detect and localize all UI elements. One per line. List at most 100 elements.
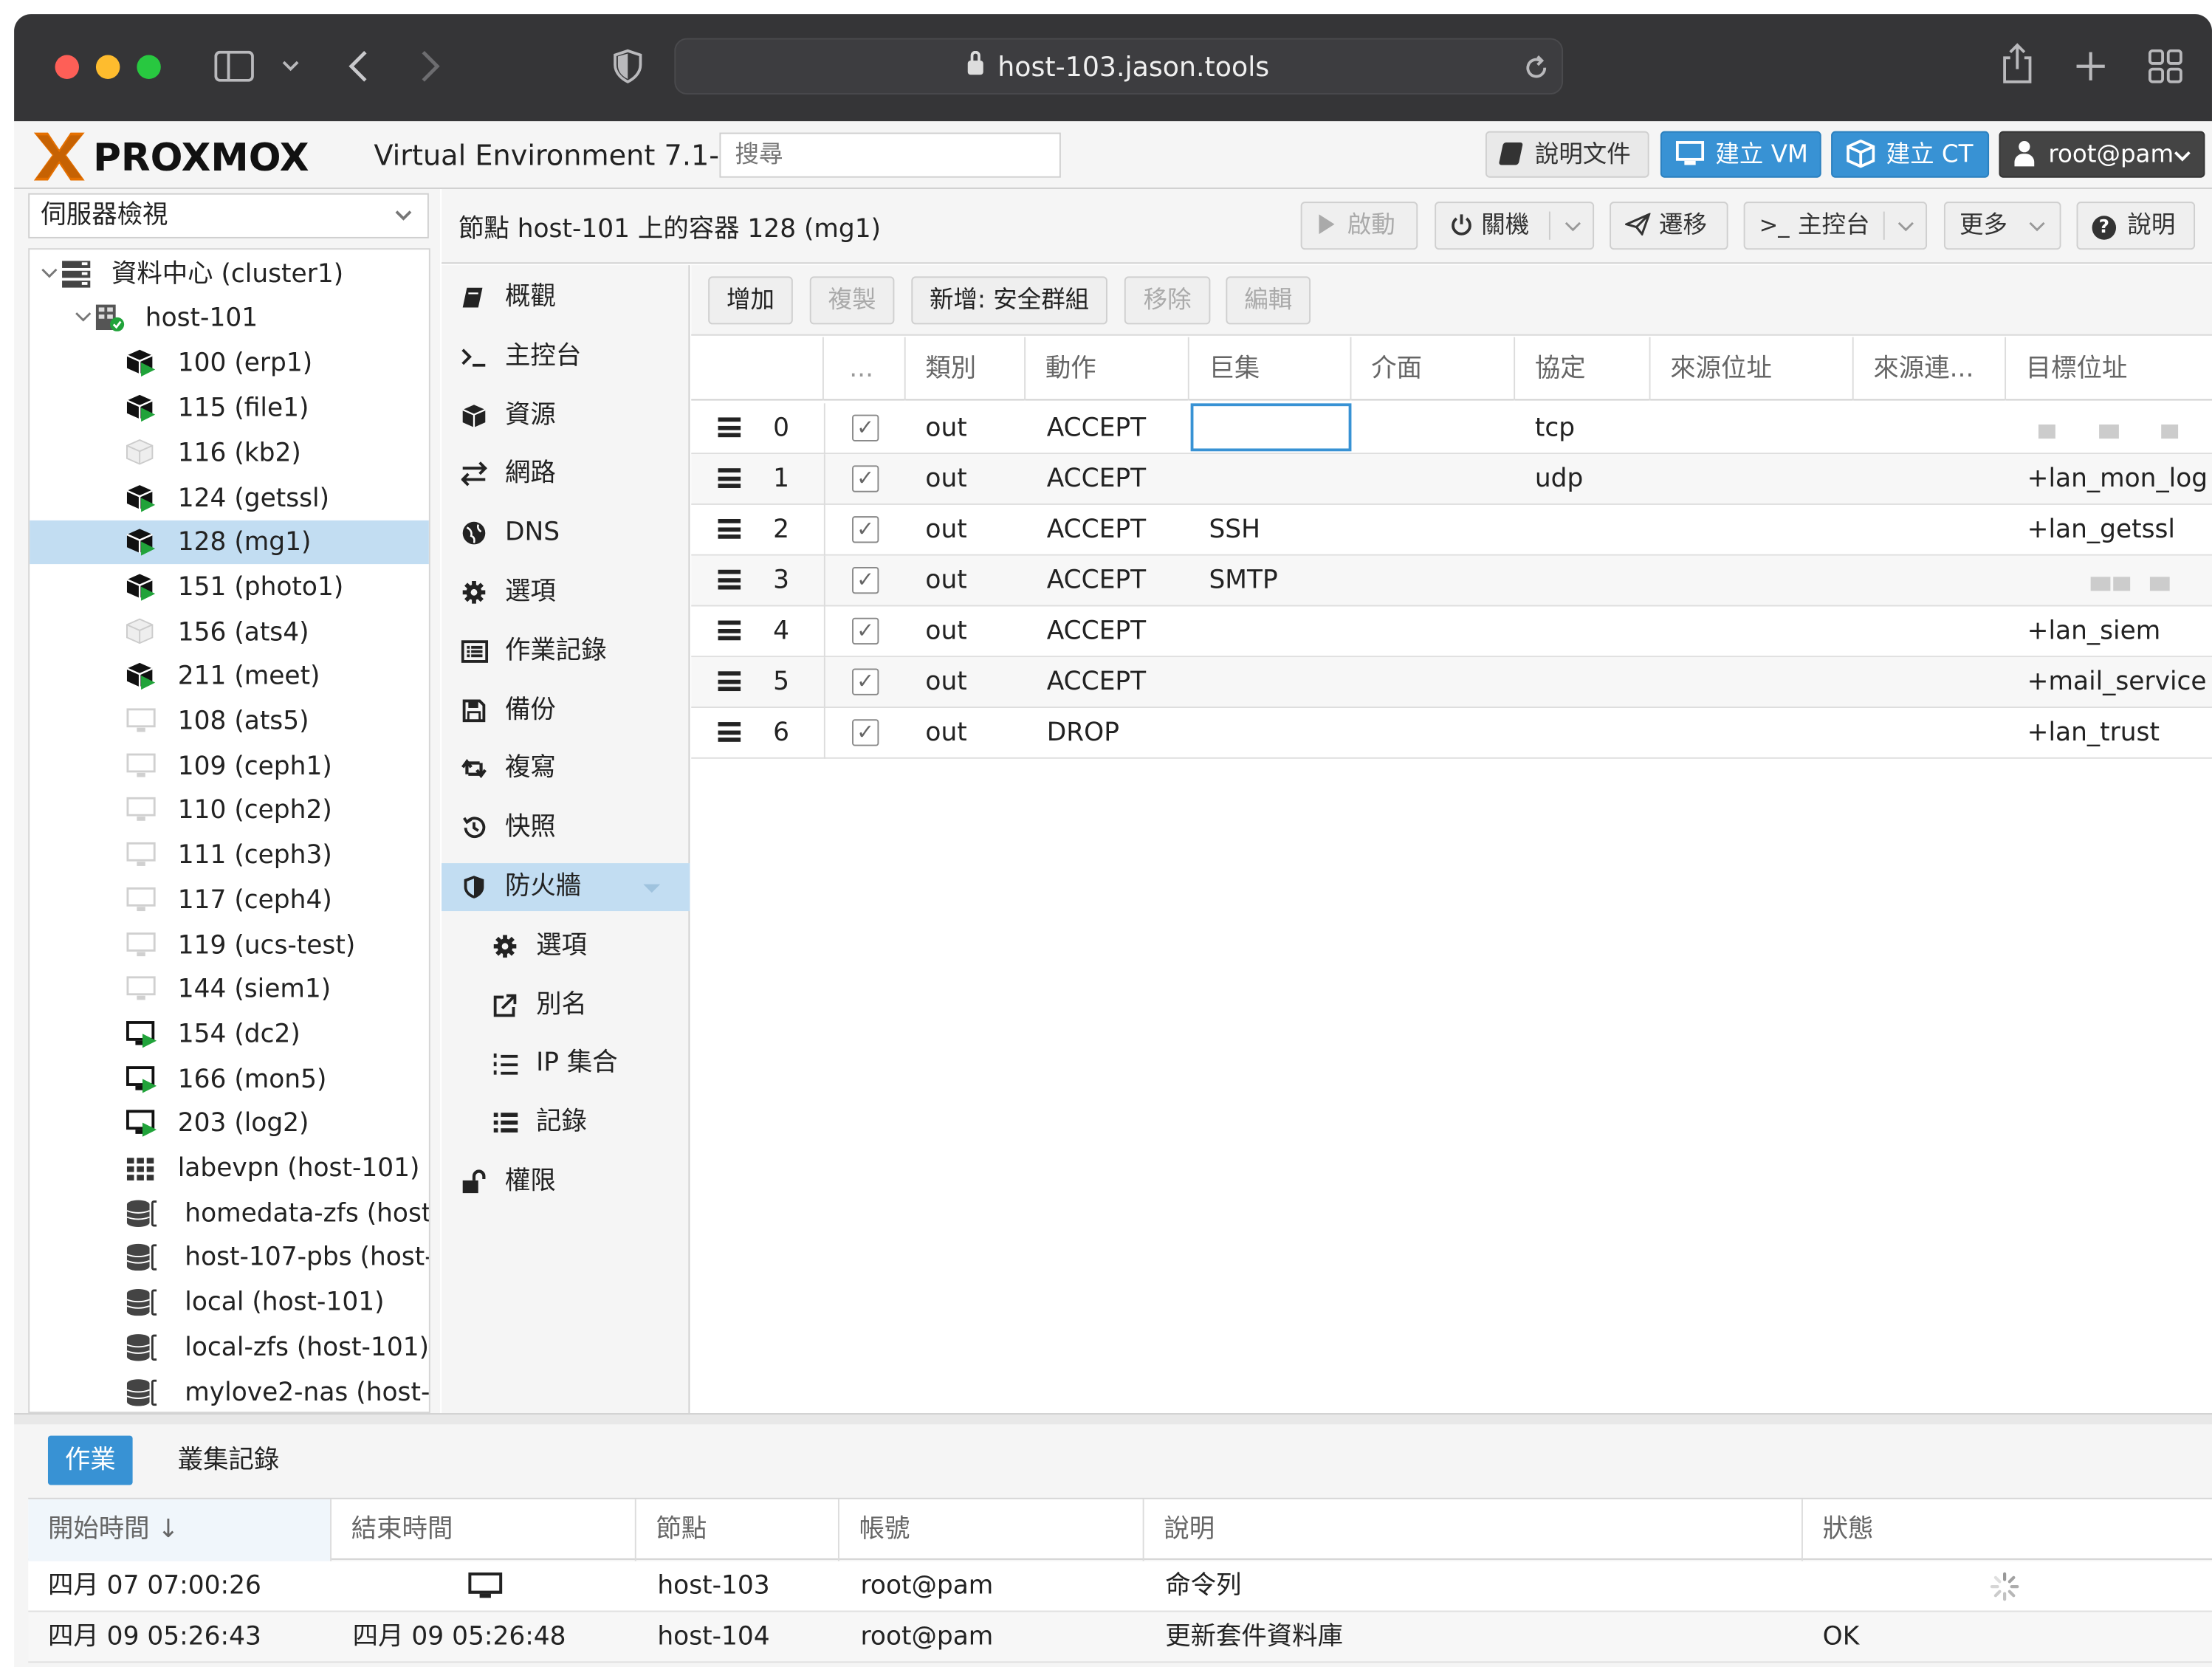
chevron-down-icon[interactable] [1897,221,1914,233]
tab-overview-icon[interactable] [2148,49,2182,83]
nav-item[interactable]: 記錄 [442,1099,690,1147]
edit-rule-button[interactable]: 編輯 [1226,276,1311,325]
search-input[interactable] [719,132,1061,178]
nav-item[interactable]: 主控台 [442,332,690,380]
rule-enabled-checkbox[interactable]: ✓ [852,668,879,695]
reload-icon[interactable] [1524,55,1549,80]
tree-item[interactable]: 119 (ucs-test) [30,923,429,966]
tree-item[interactable]: 151 (photo1) [30,566,429,609]
tree-item[interactable]: labevpn (host-101) [30,1147,429,1190]
zoom-window-button[interactable] [137,55,161,79]
forward-icon[interactable] [418,48,443,85]
share-icon[interactable] [2000,42,2034,84]
drag-handle-icon[interactable] [718,518,741,539]
tree-item[interactable]: local (host-101) [30,1281,429,1324]
drag-handle-icon[interactable] [718,671,741,692]
rule-enabled-checkbox[interactable]: ✓ [852,465,879,492]
tree-item[interactable]: 116 (kb2) [30,431,429,475]
nav-item[interactable]: IP 集合 [442,1040,690,1088]
column-header-enabled[interactable]: ... [824,337,906,401]
nav-item[interactable]: 權限 [442,1158,690,1206]
chevron-down-icon[interactable] [1564,221,1581,233]
nav-item[interactable]: 選項 [442,568,690,616]
tree-item[interactable]: 154 (dc2) [30,1012,429,1056]
remove-rule-button[interactable]: 移除 [1124,276,1211,325]
firewall-rule-row[interactable]: 6 out DROP +lan_trust ✓ [691,707,2212,759]
firewall-rule-row[interactable]: 3 out ACCEPT SMTP ✓ [691,555,2212,607]
create-vm-button[interactable]: 建立 VM [1660,131,1821,178]
nav-item[interactable]: 快照 [442,804,690,852]
sidebar-icon[interactable] [214,50,254,82]
chevron-down-icon[interactable] [281,59,300,73]
rule-enabled-checkbox[interactable]: ✓ [852,566,879,594]
task-row[interactable]: 四月 09 05:26:43 四月 09 05:26:48 host-104 r… [28,1612,2212,1663]
column-header-start-time[interactable]: 開始時間 ↓ [28,1499,332,1561]
firewall-rule-row[interactable]: 1 out ACCEPT udp +lan_mon_log ✓ [691,454,2212,505]
nav-item[interactable]: 備份 [442,687,690,735]
nav-item[interactable]: 複寫 [442,745,690,793]
view-selector[interactable]: 伺服器檢視 [28,193,429,238]
nav-item[interactable]: 防火牆 [442,863,690,912]
task-row[interactable]: 四月 07 07:00:26 host-103 root@pam 命令列 [28,1561,2212,1612]
column-header-macro[interactable]: 巨集 [1189,337,1352,401]
rule-enabled-checkbox[interactable]: ✓ [852,719,879,746]
tree-item[interactable]: 117 (ceph4) [30,879,429,922]
drag-handle-icon[interactable] [718,468,741,488]
back-icon[interactable] [346,48,371,85]
nav-item[interactable]: 別名 [442,981,690,1029]
console-button[interactable]: >_ 主控台 [1743,202,1928,250]
column-header-description[interactable]: 說明 [1144,1499,1803,1561]
documentation-button[interactable]: 說明文件 [1485,131,1649,178]
rule-enabled-checkbox[interactable]: ✓ [852,617,879,645]
expand-chevron-icon[interactable] [75,312,92,323]
tree-item[interactable]: 115 (file1) [30,387,429,430]
shutdown-button[interactable]: 關機 [1435,202,1595,250]
tree-item[interactable]: 110 (ceph2) [30,789,429,833]
tree-item-host-101[interactable]: host-101 [30,296,429,340]
firewall-rule-row[interactable]: 0 out ACCEPT tcp ✓ [691,403,2212,455]
nav-item[interactable]: 選項 [442,922,690,970]
new-tab-icon[interactable] [2075,51,2106,82]
tree-item[interactable]: 211 (meet) [30,655,429,698]
drag-handle-icon[interactable] [718,417,741,438]
column-header-destination[interactable]: 目標位址 [2006,337,2212,401]
migrate-button[interactable]: 遷移 [1610,202,1728,250]
column-header-source-port[interactable]: 來源連... [1854,337,2007,401]
start-button[interactable]: 啟動 [1300,202,1418,250]
tree-item[interactable]: 124 (getssl) [30,476,429,520]
tree-item[interactable]: 100 (erp1) [30,342,429,385]
tree-item[interactable]: homedata-zfs (host-1 [30,1192,429,1235]
user-menu-button[interactable]: root@pam [1999,131,2205,178]
add-rule-button[interactable]: 增加 [708,276,793,325]
more-button[interactable]: 更多 [1943,202,2061,250]
column-header-user[interactable]: 帳號 [839,1499,1144,1561]
firewall-rule-row[interactable]: 5 out ACCEPT +mail_service ✓ [691,657,2212,708]
expand-chevron-icon[interactable] [41,268,58,279]
tab-cluster-log[interactable]: 叢集記錄 [161,1436,296,1485]
tree-item[interactable]: 109 (ceph1) [30,744,429,788]
column-header-interface[interactable]: 介面 [1351,337,1516,401]
column-header-end-time[interactable]: 結束時間 [332,1499,636,1561]
drag-handle-icon[interactable] [718,620,741,641]
macro-cell-editor[interactable] [1190,403,1352,452]
rule-enabled-checkbox[interactable]: ✓ [852,516,879,543]
column-header-source[interactable]: 來源位址 [1651,337,1854,401]
shield-icon[interactable] [612,48,643,85]
tree-item[interactable]: 156 (ats4) [30,610,429,653]
tree-item[interactable]: mylove2-nas (host-10 [30,1370,429,1412]
tree-item[interactable]: 111 (ceph3) [30,834,429,877]
tree-item[interactable]: 108 (ats5) [30,700,429,743]
minimize-window-button[interactable] [95,55,120,79]
nav-item[interactable]: 概觀 [442,274,690,322]
nav-item[interactable]: DNS [442,509,690,557]
close-window-button[interactable] [55,55,79,79]
tree-item[interactable]: 203 (log2) [30,1102,429,1146]
address-bar[interactable]: host-103.jason.tools [674,38,1564,94]
create-ct-button[interactable]: 建立 CT [1831,131,1990,178]
tree-item-datacenter[interactable]: 資料中心 (cluster1) [30,252,429,296]
tree-item[interactable]: 128 (mg1) [30,520,429,565]
copy-rule-button[interactable]: 複製 [809,276,895,325]
tree-item[interactable]: local-zfs (host-101) [30,1325,429,1369]
collapse-arrow-icon[interactable] [642,881,662,896]
rule-enabled-checkbox[interactable]: ✓ [852,414,879,441]
